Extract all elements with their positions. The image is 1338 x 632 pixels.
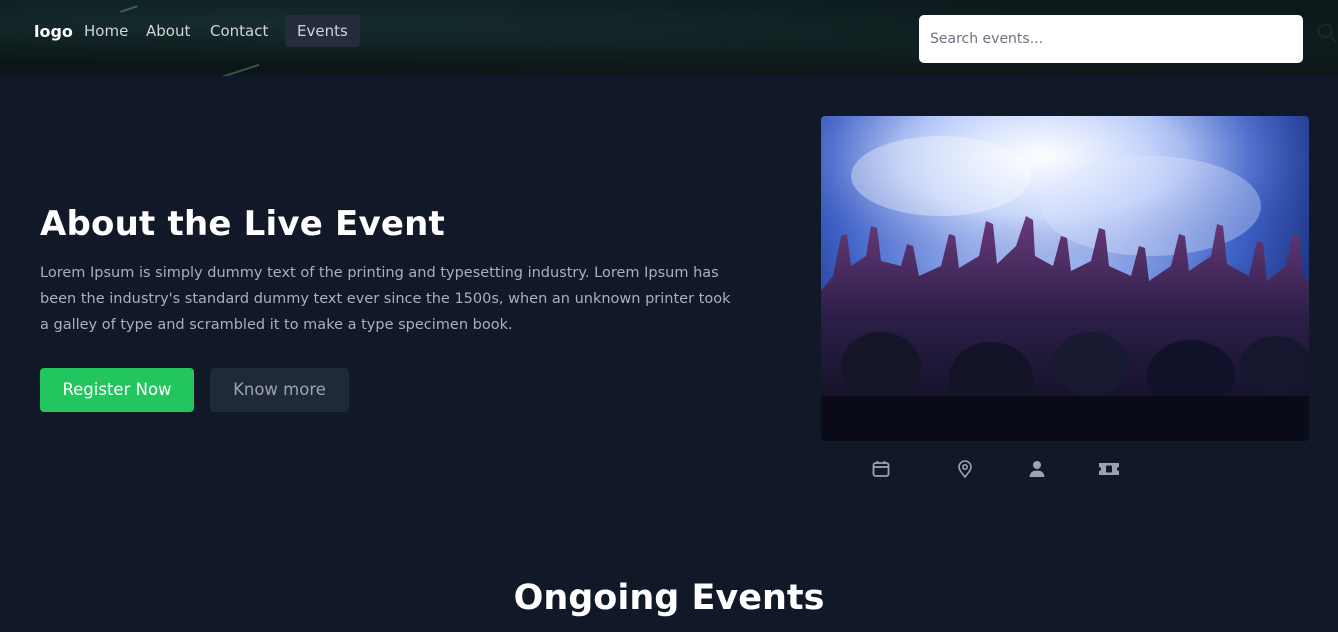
search-icon[interactable] — [1316, 22, 1338, 44]
user-icon — [1027, 459, 1047, 479]
nav-link-contact[interactable]: Contact — [210, 22, 268, 40]
hero-title: About the Live Event — [40, 204, 445, 244]
ongoing-events-title: Ongoing Events — [513, 578, 825, 618]
location-pin-icon — [955, 459, 975, 479]
ticket-icon — [1098, 459, 1119, 479]
register-now-button[interactable]: Register Now — [40, 368, 194, 412]
calendar-icon — [871, 459, 891, 479]
background-streak — [120, 5, 138, 13]
nav-link-events[interactable]: Events — [285, 15, 360, 47]
concert-image — [821, 116, 1309, 441]
search-input[interactable] — [919, 15, 1303, 63]
crowd-illustration — [821, 116, 1309, 441]
hero-description: Lorem Ipsum is simply dummy text of the … — [40, 265, 731, 333]
know-more-button[interactable]: Know more — [210, 368, 349, 412]
top-navbar: logo Home About Contact Events — [0, 0, 1338, 76]
background-streak — [220, 63, 260, 76]
logo[interactable]: logo — [34, 22, 73, 41]
nav-link-home[interactable]: Home — [84, 22, 128, 40]
nav-link-about[interactable]: About — [146, 22, 190, 40]
